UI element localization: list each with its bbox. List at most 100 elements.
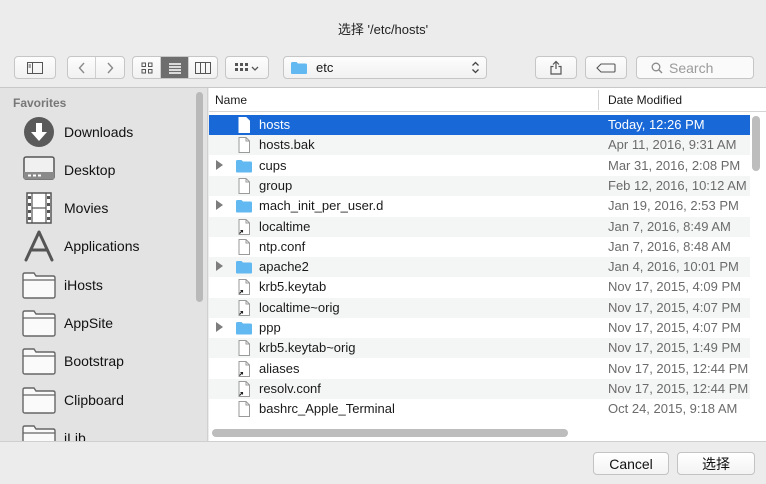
file-name: aliases <box>259 360 300 376</box>
file-icon <box>235 177 253 195</box>
file-name: bashrc_Apple_Terminal <box>259 401 395 417</box>
disclosure-triangle-icon[interactable] <box>216 159 223 170</box>
file-row[interactable]: krb5.keytab~orig Nov 17, 2015, 1:49 PM <box>209 338 750 359</box>
file-icon <box>235 238 253 256</box>
file-row[interactable]: apache2 Jan 4, 2016, 10:01 PM <box>209 257 750 278</box>
file-date: Nov 17, 2015, 1:49 PM <box>608 340 741 356</box>
file-name: apache2 <box>259 259 309 275</box>
alias-icon <box>235 299 253 317</box>
folder-icon <box>22 348 56 375</box>
folder-icon <box>22 272 56 299</box>
document-icon <box>238 137 250 154</box>
sidebar-icon <box>27 61 43 74</box>
file-row[interactable]: cups Mar 31, 2016, 2:08 PM <box>209 156 750 176</box>
alias-document-icon <box>238 380 250 397</box>
document-icon <box>238 238 250 255</box>
column-divider[interactable] <box>598 90 599 110</box>
file-name: cups <box>259 157 287 173</box>
list-vertical-scrollbar[interactable] <box>752 116 760 171</box>
file-row[interactable]: group Feb 12, 2016, 10:12 AM <box>209 175 750 196</box>
updown-arrows-icon <box>472 61 479 74</box>
file-row[interactable]: localtime Jan 7, 2016, 8:49 AM <box>209 216 750 237</box>
name-column-header[interactable]: Name <box>215 93 247 107</box>
alias-document-icon <box>238 299 250 316</box>
arrange-button[interactable] <box>225 56 269 79</box>
sidebar-heading: Favorites <box>13 96 67 110</box>
folder-icon <box>291 61 307 74</box>
file-row[interactable]: resolv.conf Nov 17, 2015, 12:44 PM <box>209 378 750 399</box>
sidebar-item-appsite[interactable]: AppSite <box>22 306 113 340</box>
file-date: Apr 11, 2016, 9:31 AM <box>608 137 737 153</box>
list-view-button[interactable] <box>161 57 189 78</box>
file-row-selected[interactable]: hosts Today, 12:26 PM <box>209 115 750 135</box>
chevron-left-icon <box>78 62 85 73</box>
back-button[interactable] <box>68 57 96 78</box>
folder-icon <box>236 322 252 335</box>
icon-view-button[interactable] <box>133 57 161 78</box>
sidebar-item-desktop[interactable]: Desktop <box>22 153 115 187</box>
disclosure-triangle-icon[interactable] <box>216 322 223 332</box>
list-icon <box>168 62 181 74</box>
file-date: Today, 12:26 PM <box>608 117 705 132</box>
sidebar-item-movies[interactable]: Movies <box>22 191 108 225</box>
sidebar-item-bootstrap[interactable]: Bootstrap <box>22 344 124 378</box>
list-horizontal-scrollbar[interactable] <box>212 429 568 437</box>
file-row[interactable]: krb5.keytab Nov 17, 2015, 4:09 PM <box>209 277 750 297</box>
file-list: Name Date Modified hosts Today, 12:26 PM h… <box>209 88 766 441</box>
file-date: Nov 17, 2015, 4:07 PM <box>608 320 741 335</box>
alias-icon <box>235 360 253 378</box>
sidebar-scrollbar[interactable] <box>196 92 203 302</box>
file-name: group <box>259 177 293 193</box>
column-view-button[interactable] <box>189 57 217 78</box>
folder-icon <box>235 319 253 337</box>
file-row[interactable]: ntp.conf Jan 7, 2016, 8:48 AM <box>209 237 750 257</box>
file-name: mach_init_per_user.d <box>259 198 384 214</box>
file-row[interactable]: mach_init_per_user.d Jan 19, 2016, 2:53 P… <box>209 196 750 216</box>
file-row[interactable]: aliases Nov 17, 2015, 12:44 PM <box>209 359 750 379</box>
file-row[interactable]: localtime~orig Nov 17, 2015, 4:07 PM <box>209 297 750 318</box>
folder-icon <box>235 197 253 215</box>
file-icon <box>235 116 253 134</box>
share-button[interactable] <box>535 56 577 79</box>
file-name: localtime <box>259 218 311 234</box>
disclosure-triangle-icon[interactable] <box>216 200 223 211</box>
document-icon <box>238 401 250 418</box>
file-date: Jan 7, 2016, 8:48 AM <box>608 238 731 254</box>
search-field[interactable]: Search <box>636 56 754 79</box>
location-popup[interactable]: etc <box>283 56 487 79</box>
folder-icon <box>22 310 56 337</box>
sidebar-item-label: Desktop <box>64 162 116 178</box>
sidebar-item-ihosts[interactable]: iHosts <box>22 268 103 302</box>
forward-button[interactable] <box>96 57 124 78</box>
navigation-buttons <box>67 56 125 79</box>
sidebar-item-ilib[interactable]: iLib <box>22 421 86 441</box>
sidebar-toggle-button[interactable] <box>14 56 56 79</box>
file-row[interactable]: bashrc_Apple_Terminal Oct 24, 2015, 9:18 … <box>209 399 750 419</box>
toolbar: etc Search <box>0 52 766 88</box>
sidebar-item-applications[interactable]: Applications <box>22 229 140 263</box>
file-date: Nov 17, 2015, 4:07 PM <box>608 299 741 315</box>
document-icon <box>238 117 250 133</box>
date-column-header[interactable]: Date Modified <box>608 93 682 107</box>
share-icon <box>550 60 562 75</box>
file-date: Nov 17, 2015, 12:44 PM <box>608 380 749 396</box>
alias-icon <box>235 380 253 398</box>
sidebar-item-clipboard[interactable]: Clipboard <box>22 383 124 417</box>
disclosure-triangle-icon[interactable] <box>216 261 223 272</box>
cancel-button[interactable]: Cancel <box>593 452 669 475</box>
applications-icon <box>24 230 54 262</box>
file-row[interactable]: ppp Nov 17, 2015, 4:07 PM <box>209 318 750 338</box>
file-date: Nov 17, 2015, 12:44 PM <box>608 360 749 376</box>
tag-button[interactable] <box>585 56 627 79</box>
downloads-icon <box>24 117 54 147</box>
alias-document-icon <box>238 360 250 377</box>
sidebar-item-downloads[interactable]: Downloads <box>22 115 133 149</box>
file-date: Jan 7, 2016, 8:49 AM <box>608 218 731 234</box>
choose-button[interactable]: 选择 <box>677 452 755 475</box>
sidebar-item-label: Movies <box>64 200 109 216</box>
alias-icon <box>235 278 253 296</box>
file-row[interactable]: hosts.bak Apr 11, 2016, 9:31 AM <box>209 135 750 156</box>
chevron-right-icon <box>107 62 114 73</box>
grid-icon <box>141 62 152 73</box>
file-date: Oct 24, 2015, 9:18 AM <box>608 401 738 417</box>
